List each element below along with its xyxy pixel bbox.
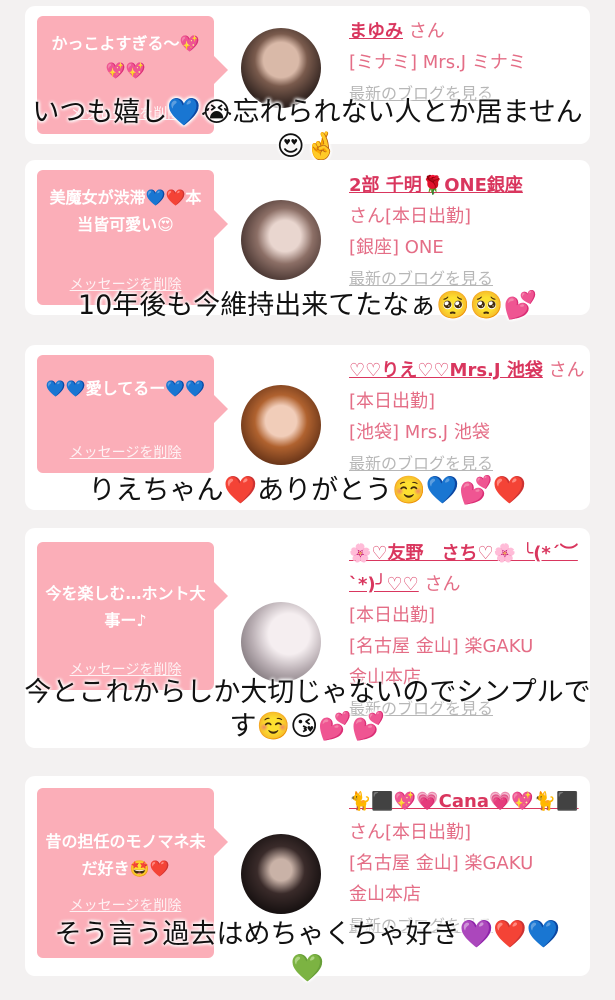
cast-name-link[interactable]: ♡♡りえ♡♡Mrs.J 池袋 <box>349 360 543 381</box>
honorific: さん <box>349 822 385 843</box>
avatar[interactable] <box>241 834 321 914</box>
overlay-caption: いつも嬉し💙😭忘れられない人とか居ません😍🤞 <box>32 97 583 162</box>
message-text: 美魔女が渋滞💙❤️本当皆可愛い😍 <box>49 188 202 234</box>
cast-name-link[interactable]: 🌸♡友野 さち♡🌸 ╰(*´︶`*)╯♡♡ <box>349 543 578 595</box>
cast-info: ♡♡りえ♡♡Mrs.J 池袋 さん [本日出勤] [池袋] Mrs.J 池袋 最新… <box>349 355 585 479</box>
shop-branch: 金山本店 <box>349 884 421 905</box>
honorific: さん <box>424 574 461 595</box>
message-bubble: 今を楽しむ…ホント大事ー♪ メッセージを削除 <box>37 542 228 690</box>
message-bubble: 美魔女が渋滞💙❤️本当皆可愛い😍 メッセージを削除 <box>37 170 228 305</box>
attendance-status: [本日出勤] <box>349 605 436 626</box>
overlay-caption: 今とこれからしか大切じゃないのでシンプルです☺️😘💕💕 <box>24 677 591 742</box>
message-text: 昔の担任のモノマネ未だ好き🤩❤️ <box>45 832 206 878</box>
avatar[interactable] <box>241 385 321 465</box>
shop-info: [名古屋 金山] 楽GAKU <box>349 853 534 874</box>
cast-info: 2部 千明🌹ONE銀座 さん[本日出勤] [銀座] ONE 最新のブログを見る <box>349 170 585 294</box>
attendance-status: [本日出勤] <box>349 391 436 412</box>
message-bubble: 💙💙愛してるー💙💙 メッセージを削除 <box>37 355 228 473</box>
blog-link[interactable]: 最新のブログを見る <box>349 269 493 288</box>
delete-message-link[interactable]: メッセージを削除 <box>37 440 214 467</box>
honorific: さん <box>548 360 585 381</box>
cast-name-link[interactable]: 2部 千明🌹ONE銀座 <box>349 175 523 196</box>
shop-info: [名古屋 金山] 楽GAKU <box>349 636 534 657</box>
shop-info: [ミナミ] Mrs.J ミナミ <box>349 52 526 73</box>
message-text: かっこよすぎる〜💖💖💖 <box>51 34 200 80</box>
delete-message-link[interactable]: メッセージを削除 <box>37 893 214 920</box>
avatar[interactable] <box>241 602 321 682</box>
shop-info: [銀座] ONE <box>349 237 444 258</box>
avatar[interactable] <box>241 200 321 280</box>
message-text: 💙💙愛してるー💙💙 <box>45 379 206 398</box>
honorific: さん <box>349 206 385 227</box>
overlay-caption: りえちゃん❤️ありがとう☺️💙💕❤️ <box>88 475 527 506</box>
overlay-caption: 10年後も今維持出来てたなぁ🥺🥺💕 <box>77 290 538 321</box>
overlay-caption: そう言う過去はめちゃくちゃ好き💜❤️💙💚 <box>54 919 561 984</box>
cast-name-link[interactable]: 🐈⬛💖💗Cana💗💖🐈⬛ <box>349 791 579 812</box>
shop-info: [池袋] Mrs.J 池袋 <box>349 422 490 443</box>
cast-name-link[interactable]: まゆみ <box>349 21 403 42</box>
blog-link[interactable]: 最新のブログを見る <box>349 454 493 473</box>
attendance-status: [本日出勤] <box>385 822 472 843</box>
message-text: 今を楽しむ…ホント大事ー♪ <box>45 584 206 630</box>
honorific: さん <box>408 21 445 42</box>
attendance-status: [本日出勤] <box>385 206 472 227</box>
